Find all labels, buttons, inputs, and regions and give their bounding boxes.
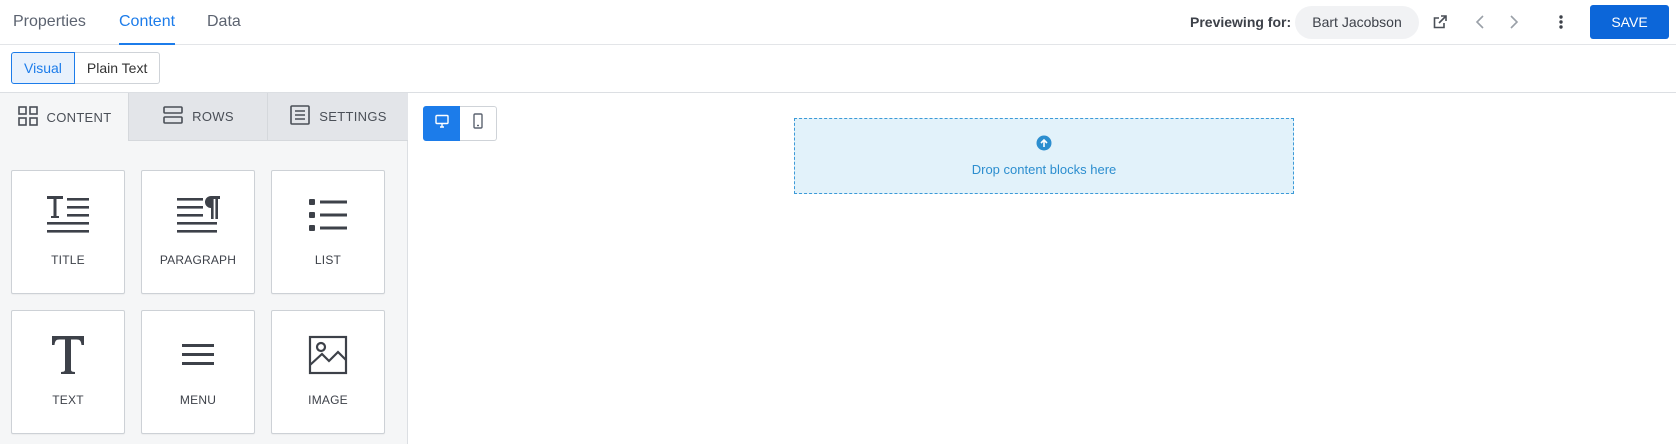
- preview-user-chip[interactable]: Bart Jacobson: [1295, 6, 1419, 39]
- tab-data[interactable]: Data: [207, 0, 241, 45]
- previewing-label: Previewing for:: [1190, 14, 1292, 30]
- paragraph-icon: [175, 193, 221, 237]
- grid-icon: [17, 105, 39, 130]
- rows-icon: [162, 104, 184, 129]
- panel-tabs: CONTENT ROWS SETTINGS: [0, 93, 408, 141]
- panel-tab-label: SETTINGS: [319, 109, 387, 124]
- drop-zone-text: Drop content blocks here: [971, 162, 1117, 177]
- block-label: PARAGRAPH: [159, 253, 237, 267]
- block-label: TEXT: [52, 393, 84, 407]
- block-paragraph[interactable]: PARAGRAPH: [141, 170, 255, 294]
- chevron-right-icon[interactable]: [1500, 8, 1528, 36]
- panel-tab-label: ROWS: [192, 109, 234, 124]
- block-image[interactable]: IMAGE: [271, 310, 385, 434]
- block-list[interactable]: LIST: [271, 170, 385, 294]
- upload-arrow-icon: [1036, 135, 1052, 156]
- panel-tab-label: CONTENT: [46, 109, 112, 125]
- block-title[interactable]: TITLE: [11, 170, 125, 294]
- panel-tab-content[interactable]: CONTENT: [0, 93, 128, 141]
- list-icon: [307, 193, 349, 237]
- mobile-view-button[interactable]: [460, 106, 497, 141]
- tab-content[interactable]: Content: [119, 0, 176, 46]
- block-label: IMAGE: [308, 393, 348, 407]
- block-label: TITLE: [51, 253, 85, 267]
- mobile-icon: [472, 113, 484, 134]
- tab-properties[interactable]: Properties: [13, 0, 86, 45]
- editor-mode-toggle: Visual Plain Text: [11, 52, 161, 84]
- save-button[interactable]: SAVE: [1590, 5, 1669, 39]
- top-bar: Properties Content Data Previewing for: …: [0, 0, 1676, 46]
- block-label: LIST: [314, 253, 342, 267]
- desktop-view-button[interactable]: [423, 106, 460, 141]
- visual-mode-button[interactable]: Visual: [11, 52, 75, 84]
- panel-tab-settings[interactable]: SETTINGS: [267, 93, 408, 141]
- more-vertical-icon[interactable]: [1547, 8, 1575, 36]
- block-text[interactable]: TEXT: [11, 310, 125, 434]
- settings-icon: [289, 104, 311, 129]
- open-external-icon[interactable]: [1426, 8, 1454, 36]
- title-icon: [45, 193, 91, 237]
- image-icon: [308, 333, 348, 377]
- block-menu[interactable]: MENU: [141, 310, 255, 434]
- drop-zone[interactable]: Drop content blocks here: [794, 118, 1294, 194]
- plain-text-mode-button[interactable]: Plain Text: [74, 52, 161, 84]
- block-label: MENU: [179, 393, 217, 407]
- mode-bar: Visual Plain Text: [0, 45, 1676, 93]
- editor-canvas[interactable]: Drop content blocks here: [409, 93, 1676, 444]
- device-toggle: [423, 106, 497, 141]
- panel-tab-rows[interactable]: ROWS: [128, 93, 267, 141]
- desktop-icon: [434, 114, 449, 133]
- text-icon: [50, 333, 86, 377]
- menu-icon: [180, 333, 216, 377]
- chevron-left-icon[interactable]: [1466, 8, 1494, 36]
- content-panel: CONTENT ROWS SETTINGS TITLE PARAGRAPH LI…: [0, 93, 408, 444]
